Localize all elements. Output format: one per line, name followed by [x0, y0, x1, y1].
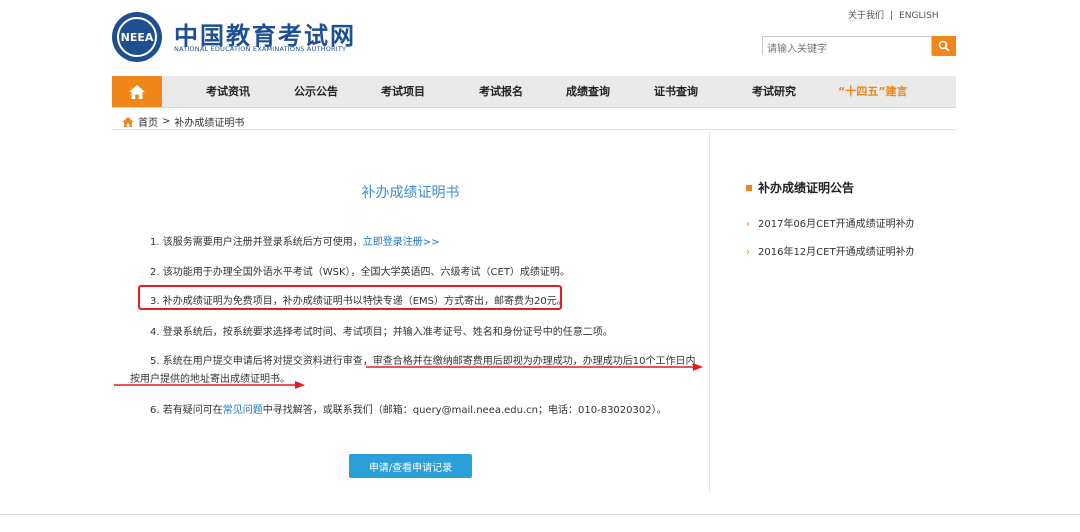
instruction-item-6-suffix: 中寻找解答，或联系我们（邮箱：query@mail.neea.edu.cn；电话… — [262, 405, 667, 416]
instruction-item-6: 6. 若有疑问可在常见问题中寻找解答，或联系我们（邮箱：query@mail.n… — [150, 401, 667, 416]
apply-view-records-button[interactable]: 申请/查看申请记录 — [349, 454, 472, 478]
sidebar-item-notice-2[interactable]: › 2016年12月CET开通成绩证明补办 — [746, 243, 914, 258]
annotation-arrows — [114, 363, 703, 389]
faq-link[interactable]: 常见问题 — [223, 405, 263, 416]
square-bullet-icon — [746, 184, 752, 191]
chevron-right-icon: › — [746, 247, 750, 258]
sidebar-item-label: 2016年12月CET开通成绩证明补办 — [758, 247, 914, 258]
chevron-right-icon: › — [746, 219, 750, 230]
instruction-item-6-prefix: 6. 若有疑问可在 — [150, 405, 223, 416]
sidebar-title-text: 补办成绩证明公告 — [758, 181, 855, 195]
window-bottom-edge — [0, 514, 1080, 515]
sidebar-title: 补办成绩证明公告 — [746, 179, 854, 196]
sidebar-item-notice-1[interactable]: › 2017年06月CET开通成绩证明补办 — [746, 215, 914, 230]
sidebar-item-label: 2017年06月CET开通成绩证明补办 — [758, 219, 914, 230]
